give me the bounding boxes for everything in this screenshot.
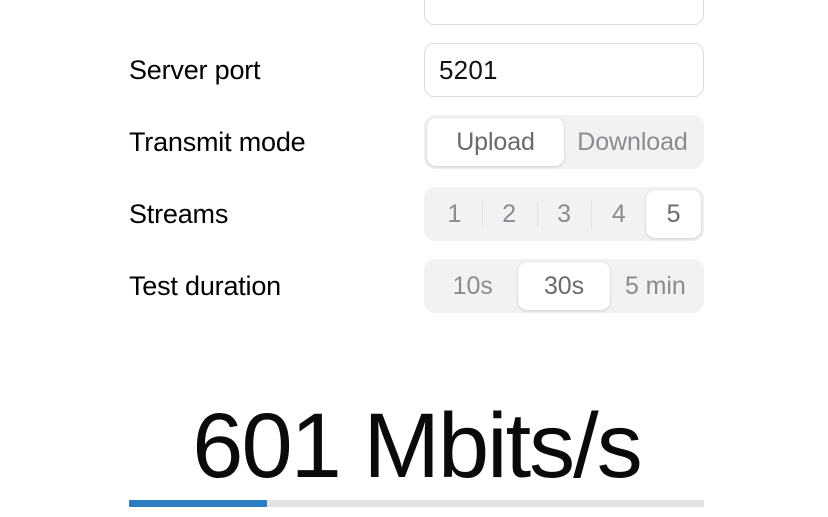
form-row-test-duration: Test duration 10s 30s 5 min — [129, 250, 704, 322]
transmit-mode-label: Transmit mode — [129, 127, 306, 157]
segment-duration-30s[interactable]: 30s — [518, 262, 610, 310]
segment-duration-5min[interactable]: 5 min — [610, 262, 701, 310]
form-row-streams: Streams 1 2 3 4 5 — [129, 178, 704, 250]
segment-upload[interactable]: Upload — [427, 118, 564, 166]
test-duration-control: 10s 30s 5 min — [424, 259, 704, 313]
row-control-hidden-top — [424, 0, 704, 25]
iperf-settings-screen: Server port Transmit mode Upload Downloa… — [0, 0, 828, 517]
form-row-transmit-mode: Transmit mode Upload Download — [129, 106, 704, 178]
test-progress-bar — [129, 500, 704, 507]
result-section: 601 Mbits/s — [129, 395, 704, 507]
streams-segmented: 1 2 3 4 5 — [424, 187, 704, 241]
segment-streams-4[interactable]: 4 — [591, 190, 646, 238]
server-port-control — [424, 43, 704, 97]
server-port-input[interactable] — [424, 43, 704, 97]
test-progress-fill — [129, 500, 267, 507]
test-duration-label: Test duration — [129, 271, 281, 301]
segment-streams-3[interactable]: 3 — [536, 190, 592, 238]
segment-download[interactable]: Download — [564, 118, 701, 166]
streams-control: 1 2 3 4 5 — [424, 187, 704, 241]
transmit-mode-control: Upload Download — [424, 115, 704, 169]
segment-duration-10s[interactable]: 10s — [427, 262, 518, 310]
throughput-value: 601 Mbits/s — [192, 395, 642, 497]
streams-label: Streams — [129, 199, 229, 229]
segment-streams-1[interactable]: 1 — [427, 190, 482, 238]
test-duration-segmented: 10s 30s 5 min — [424, 259, 704, 313]
transmit-mode-segmented: Upload Download — [424, 115, 704, 169]
segment-streams-5[interactable]: 5 — [646, 190, 701, 238]
segment-streams-2[interactable]: 2 — [481, 190, 537, 238]
settings-form: Server port Transmit mode Upload Downloa… — [129, 0, 704, 322]
form-row-hidden-top — [129, 0, 704, 34]
server-port-label: Server port — [129, 55, 261, 85]
form-row-server-port: Server port — [129, 34, 704, 106]
hidden-top-input[interactable] — [424, 0, 704, 25]
